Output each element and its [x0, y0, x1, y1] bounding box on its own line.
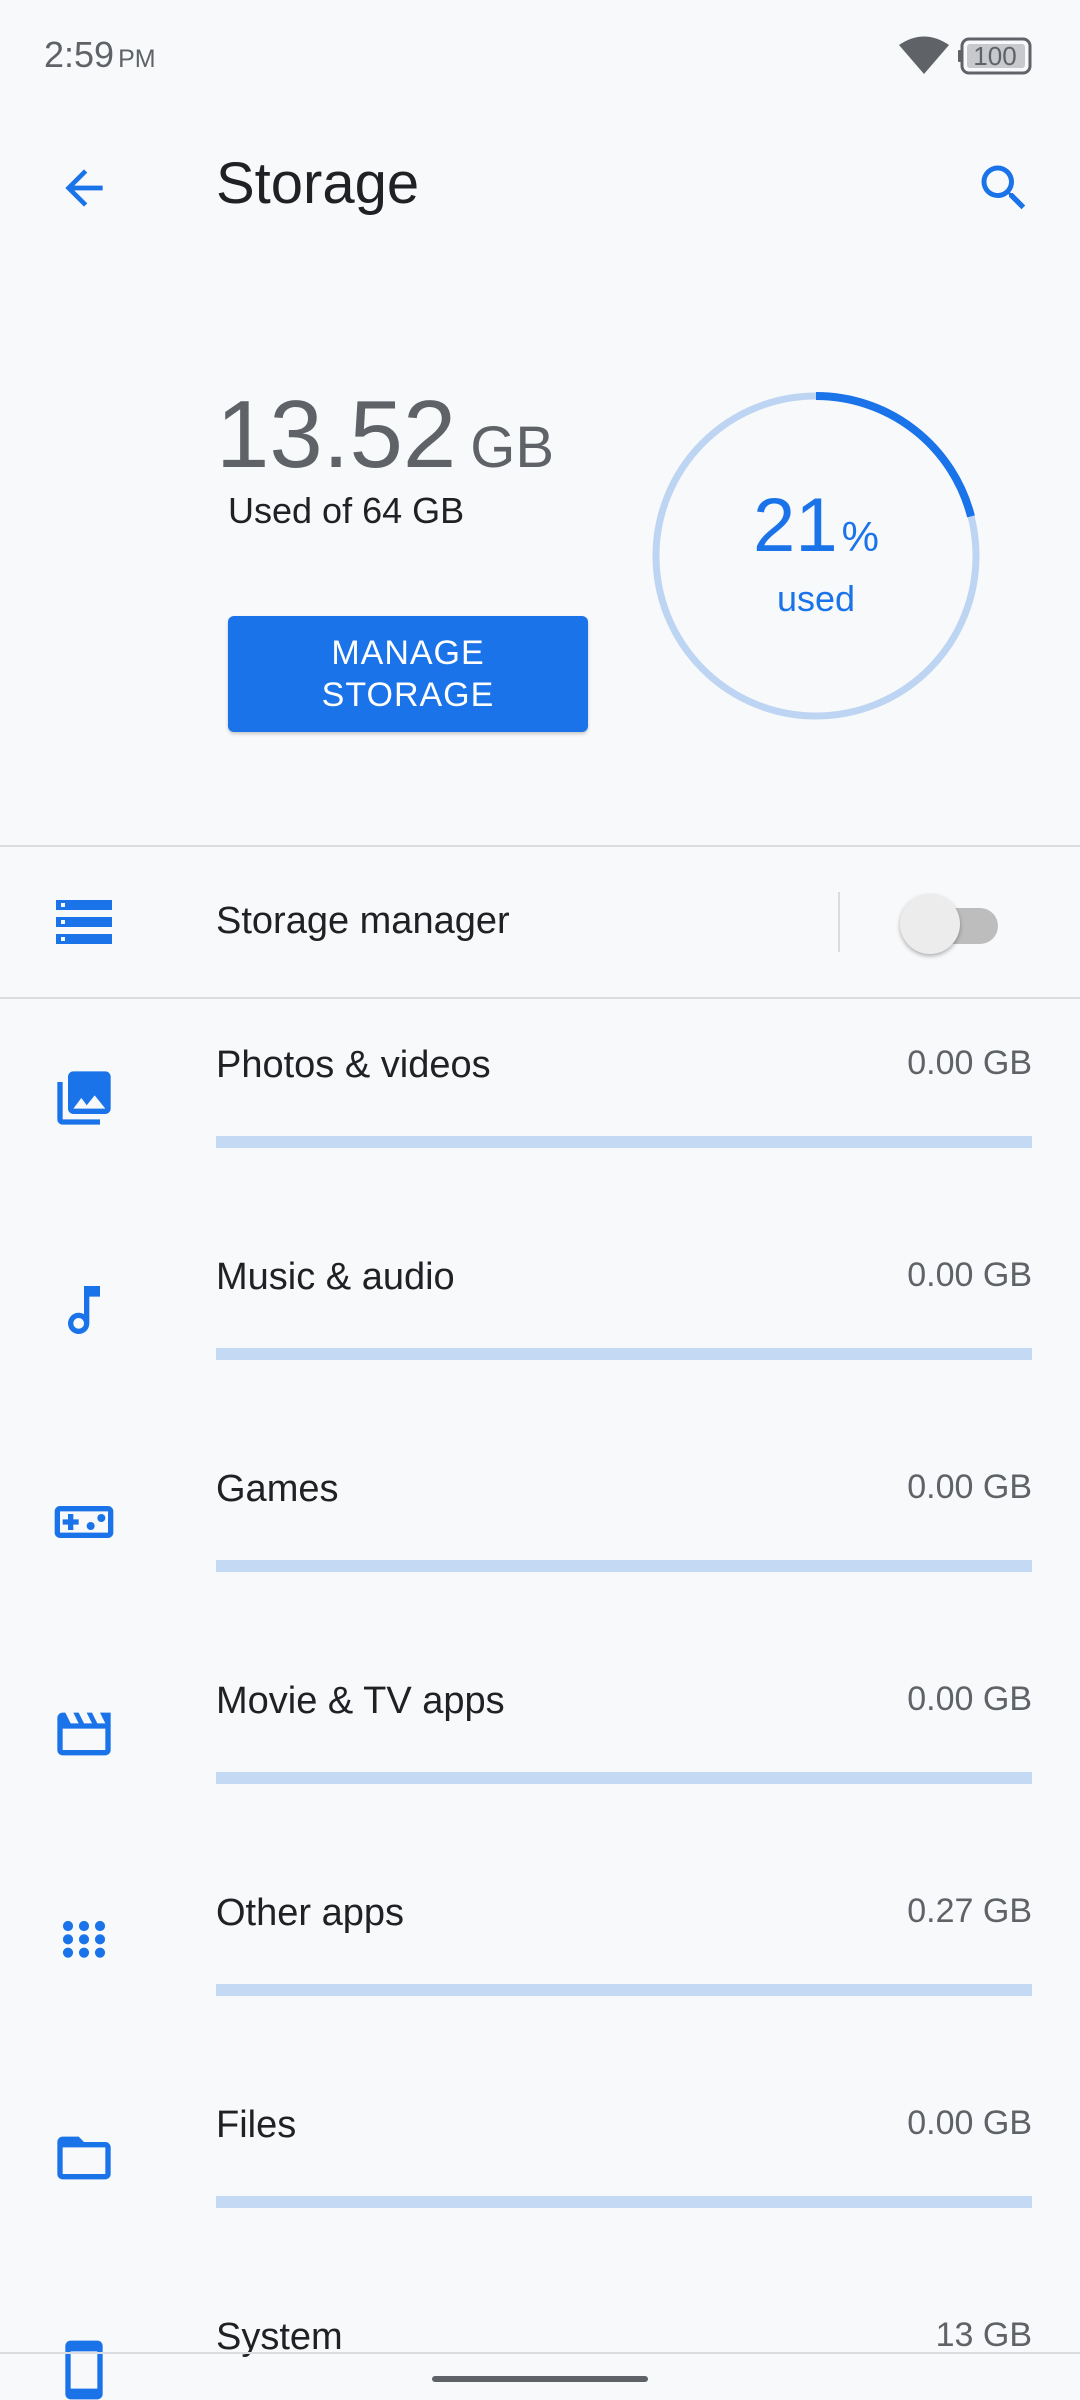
category-movie-tv-apps[interactable]: Movie & TV apps 0.00 GB [0, 1636, 1080, 1848]
category-usage-bar [216, 1772, 1032, 1784]
storage-screen: 2:59PM 100 Storage 13.52GB Used of 64 [0, 0, 1080, 2400]
folder-icon [57, 2136, 111, 2180]
back-button[interactable] [48, 152, 120, 224]
app-bar: Storage [0, 110, 1080, 260]
category-usage-bar [216, 1348, 1032, 1360]
category-label: Other apps [216, 1892, 404, 1934]
gesture-handle[interactable] [432, 2376, 648, 2382]
manage-storage-button[interactable]: MANAGE STORAGE [228, 616, 588, 732]
storage-manager-toggle[interactable] [900, 894, 1004, 954]
used-unit: GB [470, 415, 555, 480]
category-size: 0.00 GB [907, 1468, 1032, 1506]
photo-library-icon [57, 1071, 111, 1125]
nav-divider [0, 2352, 1080, 2354]
category-label: Movie & TV apps [216, 1680, 505, 1722]
category-label: Files [216, 2104, 297, 2146]
used-amount: 13.52 GB [216, 380, 554, 490]
category-usage-bar [216, 1984, 1032, 1996]
used-value: 13.52 [216, 381, 457, 488]
category-label: Music & audio [216, 1256, 455, 1298]
system-icon [65, 2340, 103, 2400]
divider [0, 997, 1080, 999]
category-files[interactable]: Files 0.00 GB [0, 2060, 1080, 2272]
status-time: 2:59 PM [44, 34, 156, 76]
storage-manager-row[interactable]: Storage manager [0, 848, 1080, 998]
category-other-apps[interactable]: Other apps 0.27 GB [0, 1848, 1080, 2060]
divider [0, 845, 1080, 847]
status-bar: 2:59 PM 100 [0, 0, 1080, 110]
category-size: 0.00 GB [907, 1256, 1032, 1294]
toggle-thumb [900, 894, 960, 954]
category-label: Photos & videos [216, 1044, 491, 1086]
apps-grid-icon [62, 1920, 106, 1958]
category-usage-bar [216, 2196, 1032, 2208]
used-of-total: Used of 64 GB [228, 490, 465, 531]
gamepad-icon [54, 1506, 114, 1538]
usage-percent: 21% [650, 482, 982, 569]
battery-level: 100 [973, 41, 1017, 71]
category-size: 13 GB [935, 2316, 1032, 2354]
category-size: 0.27 GB [907, 1892, 1032, 1930]
category-size: 0.00 GB [907, 1044, 1032, 1082]
search-button[interactable] [968, 152, 1040, 224]
category-usage-bar [216, 1560, 1032, 1572]
status-time-value: 2:59 [44, 34, 115, 75]
usage-percent-caption: used [776, 578, 856, 619]
usage-percent-symbol: % [841, 513, 879, 560]
storage-summary: 13.52 GB Used of 64 GB MANAGE STORAGE 21%… [0, 260, 1080, 845]
vertical-divider [838, 892, 840, 952]
category-games[interactable]: Games 0.00 GB [0, 1424, 1080, 1636]
arrow-back-icon [65, 169, 103, 207]
storage-manager-label: Storage manager [216, 900, 510, 942]
wifi-icon [899, 36, 949, 74]
category-size: 0.00 GB [907, 1680, 1032, 1718]
category-usage-bar [216, 1136, 1032, 1148]
movie-clapper-icon [57, 1712, 111, 1756]
usage-percent-value: 21 [753, 483, 838, 568]
category-size: 0.00 GB [907, 2104, 1032, 2142]
music-note-icon [68, 1286, 100, 1335]
page-title: Storage [216, 151, 420, 216]
storage-manager-icon [56, 900, 112, 944]
status-time-ampm: PM [118, 45, 156, 73]
manage-storage-label: MANAGE STORAGE [321, 634, 495, 714]
category-photos-videos[interactable]: Photos & videos 0.00 GB [0, 1000, 1080, 1212]
search-icon [981, 165, 1026, 210]
category-label: Games [216, 1468, 339, 1510]
category-music-audio[interactable]: Music & audio 0.00 GB [0, 1212, 1080, 1424]
